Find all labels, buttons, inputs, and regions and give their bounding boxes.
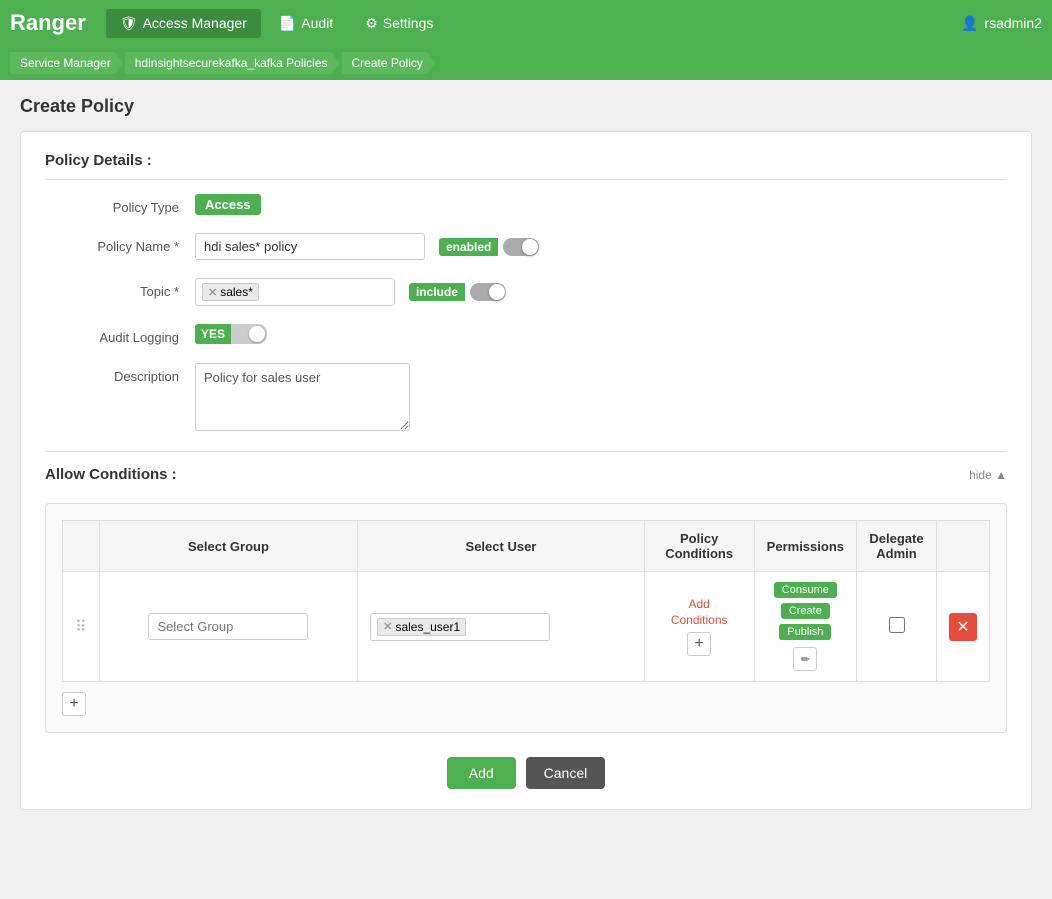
col-drag <box>63 521 100 572</box>
audit-toggle-wrap[interactable]: YES <box>195 324 267 344</box>
topic-row: Topic * ✕ sales* include <box>45 278 1007 306</box>
delegate-admin-checkbox[interactable] <box>889 617 905 633</box>
drag-handle-icon[interactable]: ⠿ <box>75 619 87 636</box>
description-label: Description <box>45 363 195 384</box>
select-group-input[interactable] <box>148 613 308 640</box>
perm-publish[interactable]: Publish <box>779 624 831 640</box>
perm-edit-button[interactable]: ✏ <box>793 647 817 671</box>
nav-audit[interactable]: 📄 Audit <box>265 9 347 38</box>
document-icon: 📄 <box>279 15 296 32</box>
nav-access-manager-label: Access Manager <box>143 15 247 31</box>
delete-cell: ✕ <box>937 572 990 682</box>
delegate-admin-cell <box>857 572 937 682</box>
page-content: Create Policy Policy Details : Policy Ty… <box>0 80 1052 899</box>
conditions-table: Select Group Select User Policy Conditio… <box>62 520 990 682</box>
add-conditions-link[interactable]: AddConditions <box>657 597 742 628</box>
delete-row-button[interactable]: ✕ <box>949 613 977 641</box>
policy-name-input[interactable] <box>195 233 425 260</box>
conditions-table-header-row: Select Group Select User Policy Conditio… <box>63 521 990 572</box>
yes-label: YES <box>195 324 231 344</box>
description-control: Policy for sales user <box>195 363 1007 431</box>
breadcrumb: Service Manager hdinsightsecurekafka_kaf… <box>0 46 1052 80</box>
topic-tag-remove[interactable]: ✕ <box>208 286 217 299</box>
col-permissions: Permissions <box>754 521 856 572</box>
select-user-tag-input[interactable]: ✕ sales_user1 <box>370 613 550 641</box>
breadcrumb-service-manager[interactable]: Service Manager <box>10 52 123 74</box>
policy-name-label: Policy Name * <box>45 233 195 254</box>
enabled-toggle-wrap: enabled <box>439 238 539 256</box>
user-icon: 👤 <box>961 15 978 32</box>
brand-logo: Ranger <box>10 10 86 36</box>
add-conditions-plus-btn[interactable]: + <box>687 632 711 656</box>
topic-tag: ✕ sales* <box>202 283 259 301</box>
add-row-button[interactable]: + <box>62 692 86 716</box>
form-actions: Add Cancel <box>45 757 1007 789</box>
breadcrumb-create-policy[interactable]: Create Policy <box>342 52 435 74</box>
add-button[interactable]: Add <box>447 757 516 789</box>
description-textarea[interactable]: Policy for sales user <box>195 363 410 431</box>
audit-logging-row: Audit Logging YES <box>45 324 1007 345</box>
nav-access-manager[interactable]: 🛡 Access Manager <box>106 9 261 38</box>
user-area[interactable]: 👤 rsadmin2 <box>961 15 1042 32</box>
permissions-cell: Consume Create Publish ✏ <box>754 572 856 682</box>
col-select-group: Select Group <box>99 521 358 572</box>
include-toggle-wrap: include <box>409 283 506 301</box>
perm-consume[interactable]: Consume <box>774 582 837 598</box>
include-label: include <box>409 283 465 301</box>
username: rsadmin2 <box>984 15 1042 31</box>
audit-logging-control: YES <box>195 324 1007 344</box>
hide-link[interactable]: hide ▲ <box>969 468 1007 482</box>
policy-type-row: Policy Type Access <box>45 194 1007 215</box>
conditions-box: Select Group Select User Policy Conditio… <box>45 503 1007 733</box>
nav-settings[interactable]: ⚙ Settings <box>351 9 447 38</box>
breadcrumb-kafka-policies[interactable]: hdinsightsecurekafka_kafka Policies <box>125 52 340 74</box>
policy-type-label: Policy Type <box>45 194 195 215</box>
policy-name-control-area: enabled <box>195 233 1007 260</box>
select-user-cell: ✕ sales_user1 <box>358 572 644 682</box>
user-tag: ✕ sales_user1 <box>377 618 466 636</box>
include-toggle[interactable] <box>470 283 506 301</box>
policy-name-row: Policy Name * enabled <box>45 233 1007 260</box>
col-policy-conditions: Policy Conditions <box>644 521 754 572</box>
audit-toggle-pill[interactable] <box>231 324 267 344</box>
cancel-button[interactable]: Cancel <box>526 757 606 789</box>
nav-settings-label: Settings <box>383 15 434 31</box>
page-title: Create Policy <box>20 96 1032 117</box>
gear-icon: ⚙ <box>365 15 378 32</box>
topic-tag-input[interactable]: ✕ sales* <box>195 278 395 306</box>
shield-icon: 🛡 <box>120 15 138 32</box>
select-group-cell <box>99 572 358 682</box>
nav-audit-label: Audit <box>301 15 333 31</box>
main-card: Policy Details : Policy Type Access Poli… <box>20 131 1032 810</box>
allow-conditions-header: Allow Conditions : hide ▲ <box>45 451 1007 491</box>
policy-details-header: Policy Details : <box>45 152 1007 180</box>
allow-conditions-label: Allow Conditions : <box>45 466 177 483</box>
enabled-label: enabled <box>439 238 498 256</box>
policy-type-value-area: Access <box>195 194 1007 215</box>
description-row: Description Policy for sales user <box>45 363 1007 431</box>
user-tag-remove[interactable]: ✕ <box>383 620 392 633</box>
nav-items: 🛡 Access Manager 📄 Audit ⚙ Settings <box>106 9 961 38</box>
enabled-toggle[interactable] <box>503 238 539 256</box>
user-tag-value: sales_user1 <box>395 620 460 634</box>
topic-tag-value: sales* <box>220 285 253 299</box>
topic-label: Topic * <box>45 278 195 299</box>
policy-type-badge: Access <box>195 194 261 215</box>
col-select-user: Select User <box>358 521 644 572</box>
col-actions <box>937 521 990 572</box>
topic-control-area: ✕ sales* include <box>195 278 1007 306</box>
top-navigation: Ranger 🛡 Access Manager 📄 Audit ⚙ Settin… <box>0 0 1052 46</box>
col-delegate-admin: Delegate Admin <box>857 521 937 572</box>
policy-conditions-cell: AddConditions + <box>644 572 754 682</box>
table-row: ⠿ ✕ sales_user1 <box>63 572 990 682</box>
drag-handle-cell: ⠿ <box>63 572 100 682</box>
audit-logging-label: Audit Logging <box>45 324 195 345</box>
perm-create[interactable]: Create <box>781 603 830 619</box>
audit-toggle-knob <box>249 326 265 342</box>
